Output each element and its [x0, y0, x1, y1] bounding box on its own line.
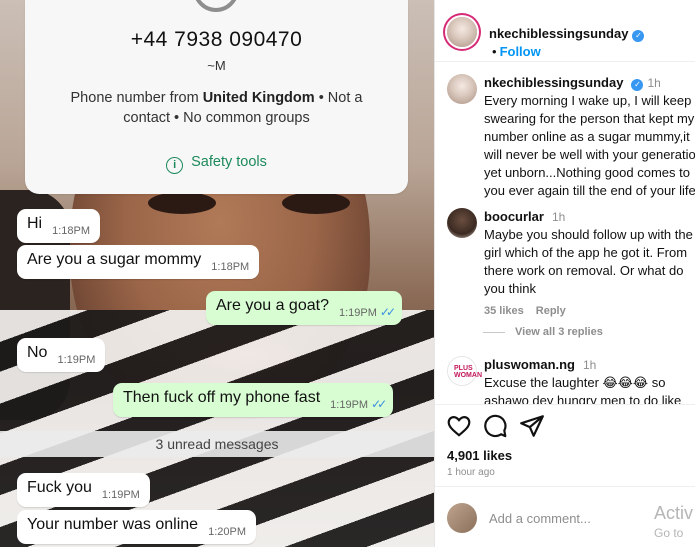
- caption-text: Every morning I wake up, I will keep swe…: [484, 93, 695, 198]
- safety-tools-link[interactable]: i Safety tools: [25, 154, 408, 174]
- view-replies-button[interactable]: View all 3 replies: [483, 326, 603, 338]
- comment-username[interactable]: pluswoman.ng: [484, 357, 575, 372]
- caption-author-avatar[interactable]: [447, 74, 477, 104]
- chat-message-incoming: No 1:19PM: [17, 338, 106, 373]
- right-eye: [282, 192, 350, 214]
- contact-country: United Kingdom: [202, 90, 315, 106]
- comment-likes[interactable]: 35 likes: [484, 305, 524, 317]
- heart-icon[interactable]: [446, 413, 472, 439]
- comment-username[interactable]: boocurlar: [484, 209, 544, 224]
- comment-body: pluswoman.ng 1h Excuse the laughter 😂😂😂 s…: [484, 356, 695, 404]
- viewer-avatar: [447, 503, 477, 533]
- contact-phone-number: +44 7938 090470: [130, 28, 303, 51]
- comment-text: Maybe you should follow up with the girl…: [484, 227, 693, 296]
- contact-card: +44 7938 090470 ~M Phone number from Uni…: [25, 0, 408, 194]
- comment-body: boocurlar 1h Maybe you should follow up w…: [484, 208, 695, 320]
- chat-message-incoming: Hi 1:18PM: [17, 209, 101, 244]
- left-eye: [148, 192, 216, 214]
- unread-messages-banner: 3 unread messages: [0, 431, 434, 457]
- chat-message-outgoing: Then fuck off my phone fast 1:19PM ✓✓: [113, 383, 394, 418]
- contact-avatar-icon: [193, 0, 239, 12]
- double-check-icon: ✓✓: [379, 305, 396, 320]
- like-count[interactable]: 4,901 likes: [447, 448, 512, 463]
- post-header: nkechiblessingsunday ✓ • Follow: [435, 0, 695, 62]
- separator-dot: •: [492, 44, 497, 59]
- share-icon[interactable]: [519, 413, 545, 439]
- comment-icon[interactable]: [482, 413, 508, 439]
- verified-badge-icon: ✓: [631, 79, 644, 91]
- divider-line: [483, 331, 505, 333]
- post-actions: 4,901 likes 1 hour ago: [435, 404, 695, 484]
- comment-meta: 35 likes Reply: [484, 302, 695, 320]
- caption-age: 1h: [647, 76, 661, 90]
- reply-button[interactable]: Reply: [536, 305, 566, 317]
- contact-info: Phone number from United Kingdom • Not a…: [70, 90, 363, 126]
- comment-age: 1h: [551, 210, 566, 224]
- activation-watermark: Activ Go to: [654, 503, 694, 540]
- chat-message-incoming: Your number was online 1:20PM: [17, 510, 256, 545]
- commenter-avatar[interactable]: PLUS WOMAN: [447, 356, 482, 386]
- comments-list[interactable]: nkechiblessingsunday ✓ 1h Every morning I …: [435, 62, 695, 404]
- chat-message-outgoing: Are you a goat? 1:19PM ✓✓: [206, 291, 402, 326]
- double-check-icon: ✓✓: [371, 397, 387, 412]
- info-icon: i: [166, 157, 184, 174]
- post-author: nkechiblessingsunday ✓ • Follow: [489, 25, 695, 61]
- comment-input[interactable]: Add a comment...: [489, 511, 591, 526]
- post-sidebar: nkechiblessingsunday ✓ • Follow nkechibless…: [434, 0, 695, 547]
- commenter-avatar[interactable]: [447, 208, 477, 238]
- comment-text: Excuse the laughter 😂😂😂 so ashawo dey hu…: [484, 375, 682, 404]
- author-username[interactable]: nkechiblessingsunday: [489, 26, 628, 41]
- post-image[interactable]: +44 7938 090470 ~M Phone number from Uni…: [0, 0, 434, 547]
- chat-message-incoming: Are you a sugar mommy 1:18PM: [17, 245, 260, 280]
- comment-age: 1h: [583, 358, 597, 372]
- contact-handle: ~M: [207, 58, 226, 73]
- caption-username[interactable]: nkechiblessingsunday: [484, 75, 623, 90]
- author-avatar[interactable]: [447, 17, 477, 47]
- caption-body: nkechiblessingsunday ✓ 1h Every morning I …: [484, 74, 695, 200]
- post-timestamp[interactable]: 1 hour ago: [447, 467, 495, 478]
- verified-badge-icon: ✓: [632, 30, 645, 42]
- chat-message-incoming: Fuck you 1:19PM: [17, 473, 150, 508]
- follow-button[interactable]: Follow: [500, 44, 541, 59]
